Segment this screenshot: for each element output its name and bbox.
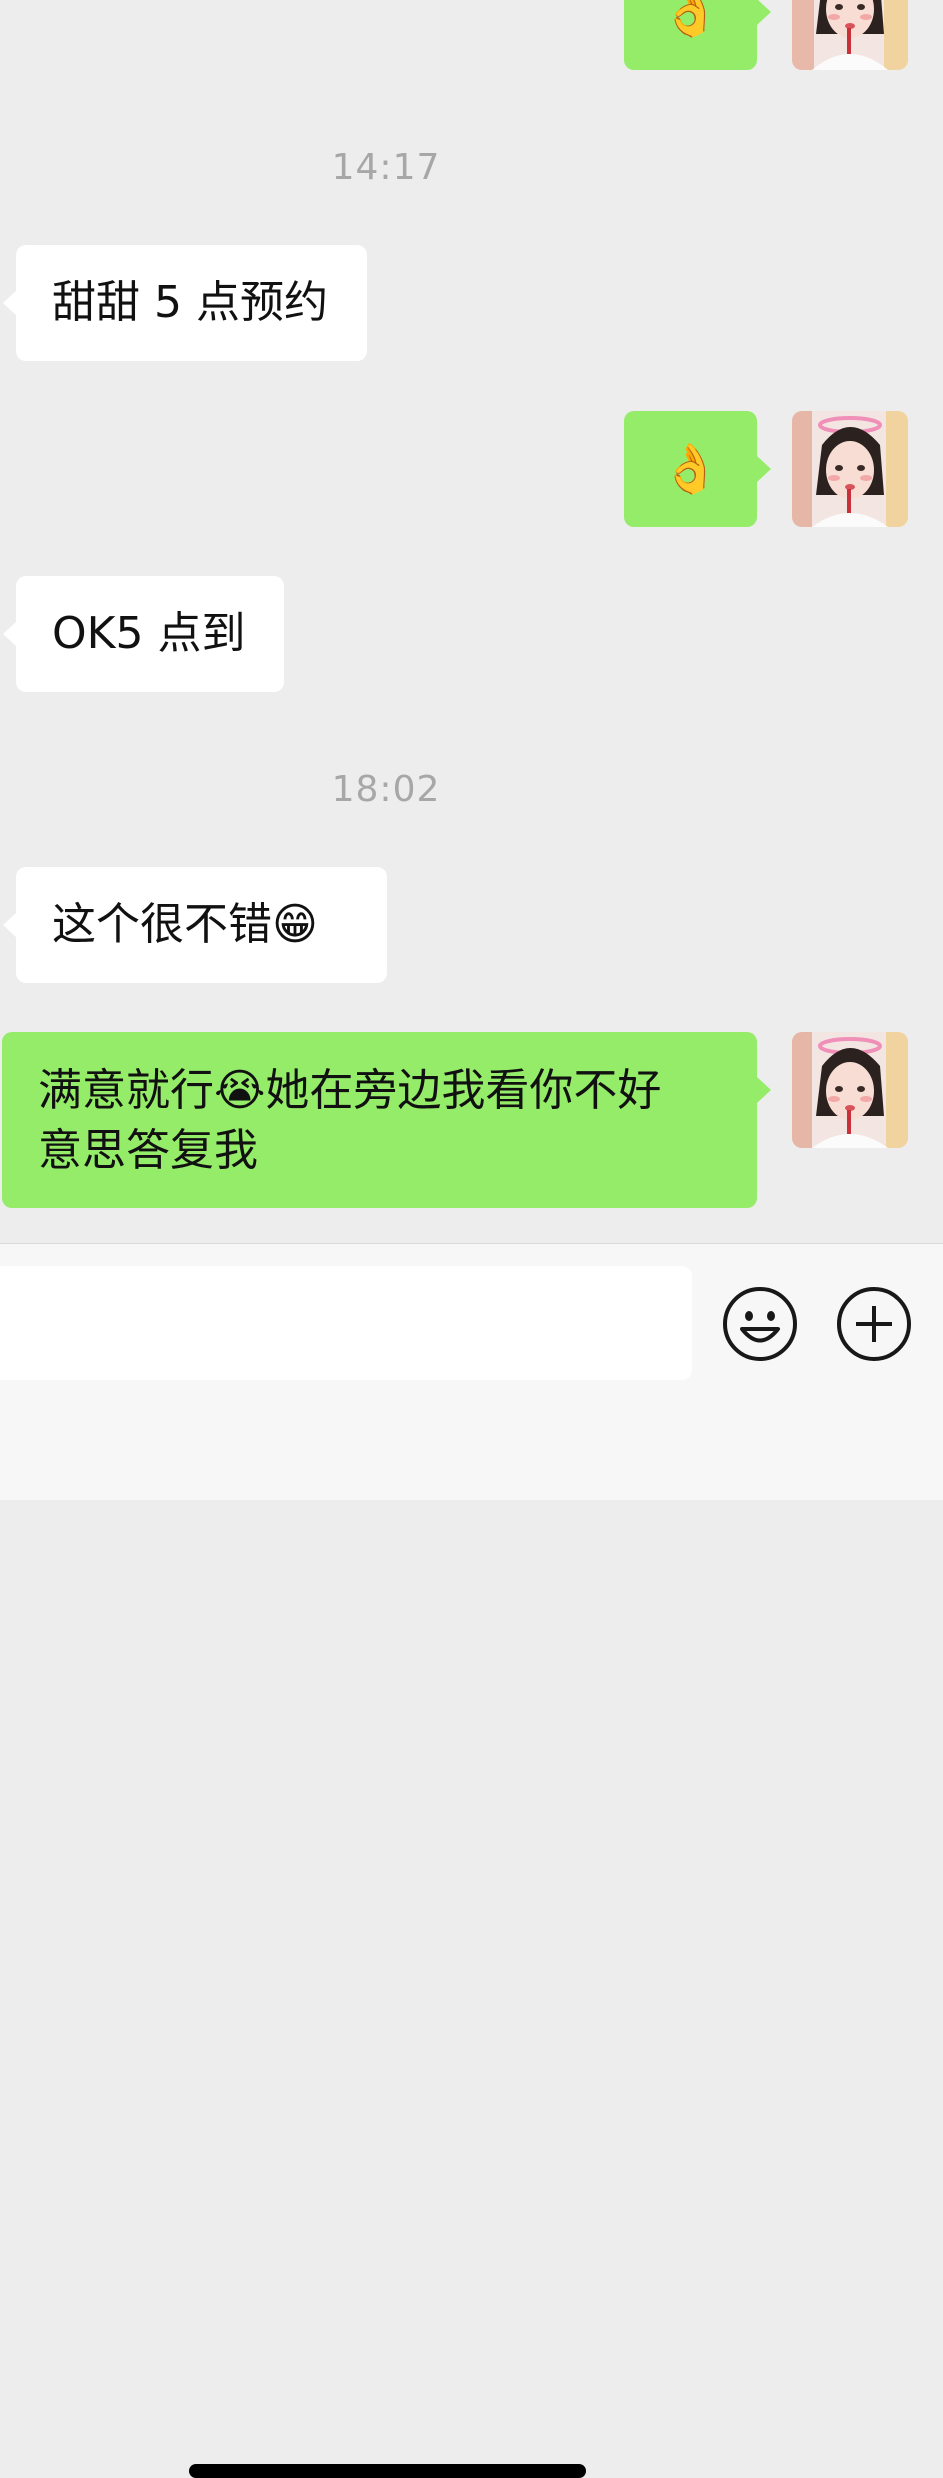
message-input-bar xyxy=(0,1243,943,2478)
sent-message-bubble[interactable]: 满意就行😭她在旁边我看你不好 意思答复我 xyxy=(2,1032,771,1208)
my-avatar[interactable] xyxy=(792,411,908,527)
received-message-bubble[interactable]: 这个很不错😁 xyxy=(3,867,387,983)
message-input[interactable] xyxy=(0,1266,692,1380)
sent-message-bubble[interactable]: 👌 xyxy=(624,0,771,70)
received-message-bubble[interactable]: OK5 点到 xyxy=(3,576,284,692)
chat-message-list[interactable]: 👌 14:17 甜甜 5 点预约 👌 OK5 点到 18:02 这个很不错😁 满… xyxy=(0,0,943,1243)
sent-message-bubble[interactable]: 👌 xyxy=(624,411,771,527)
plus-circle-icon xyxy=(837,1287,911,1361)
message-text-line: 意思答复我 xyxy=(38,1125,258,1176)
message-text: OK5 点到 xyxy=(52,608,246,659)
emoji-button[interactable] xyxy=(722,1286,798,1362)
more-functions-button[interactable] xyxy=(836,1286,912,1362)
message-text: 甜甜 5 点预约 xyxy=(52,277,328,328)
message-text: 这个很不错😁 xyxy=(52,899,318,950)
message-text-line: 满意就行😭她在旁边我看你不好 xyxy=(38,1065,662,1116)
smiley-face-icon xyxy=(723,1287,797,1361)
received-message-bubble[interactable]: 甜甜 5 点预约 xyxy=(3,245,367,361)
timestamp: 14:17 xyxy=(331,147,441,188)
message-text: 👌 xyxy=(660,441,721,497)
message-text: 👌 xyxy=(660,0,721,40)
timestamp: 18:02 xyxy=(331,769,441,810)
home-indicator xyxy=(189,2464,586,2478)
my-avatar[interactable] xyxy=(792,0,908,70)
my-avatar[interactable] xyxy=(792,1032,908,1148)
